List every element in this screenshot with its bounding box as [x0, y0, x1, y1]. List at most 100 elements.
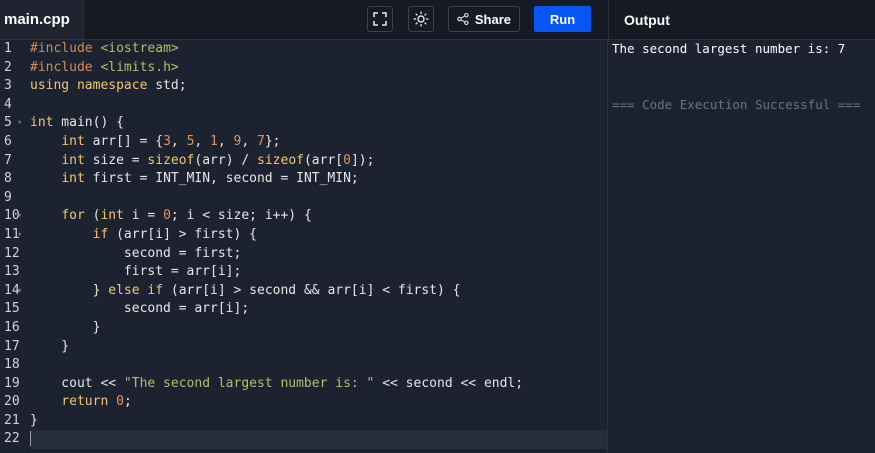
run-label: Run [549, 11, 576, 27]
code-line[interactable]: int main() { [30, 114, 607, 133]
code-token: else if [108, 282, 164, 298]
code-token: int [61, 152, 85, 168]
code-line[interactable] [30, 430, 607, 450]
line-number: 19 [4, 375, 20, 391]
line-number: 7 [4, 152, 12, 168]
line-number: 9 [4, 189, 12, 205]
code-line[interactable]: int size = sizeof(arr) / sizeof(arr[0]); [30, 152, 607, 171]
code-line[interactable]: cout << "The second largest number is: "… [30, 375, 607, 394]
code-token: (arr[i] > first) { [108, 226, 257, 242]
code-token: } [30, 338, 70, 354]
code-line[interactable]: second = arr[i]; [30, 300, 607, 319]
fullscreen-icon [373, 12, 387, 26]
code-line[interactable]: #include <iostream> [30, 40, 607, 59]
code-token: size = [84, 152, 148, 168]
sun-icon [413, 11, 429, 27]
code-line[interactable]: for (int i = 0; i < size; i++) { [30, 207, 607, 226]
code-token: #include [30, 59, 101, 75]
code-token: "The second largest number is: " [123, 375, 375, 391]
line-number: 16 [4, 319, 20, 335]
code-token: first = INT_MIN, second = INT_MIN; [84, 171, 359, 187]
line-number: 1 [4, 41, 12, 56]
code-token: <iostream> [100, 41, 179, 56]
code-token: , [241, 133, 258, 149]
line-number: 17 [4, 338, 20, 354]
code-token: return [61, 394, 109, 410]
code-line[interactable]: } [30, 338, 607, 357]
code-line[interactable] [30, 356, 607, 375]
code-token: } [30, 412, 38, 428]
code-token: for [61, 208, 85, 224]
code-token: if [92, 226, 109, 242]
fold-arrow-icon[interactable]: ▾ [17, 114, 22, 133]
code-token: } [30, 319, 101, 335]
code-token: int [30, 115, 54, 131]
code-line[interactable]: int first = INT_MIN, second = INT_MIN; [30, 170, 607, 189]
code-editor[interactable]: 1 2 3 4 5 ▾ 6 7 8 9 10 ▾ 11 ▾ 12 13 14 ▾ 15 16 17 18 19 20 21 22 … [0, 40, 607, 453]
code-line[interactable]: second = first; [30, 245, 607, 264]
code-line[interactable]: #include <limits.h> [30, 59, 607, 78]
code-line[interactable]: using namespace std; [30, 77, 607, 96]
file-tab-label: main.cpp [4, 11, 70, 28]
code-line[interactable]: } else if (arr[i] > second && arr[i] < f… [30, 282, 607, 301]
code-token: ; [123, 394, 132, 410]
line-number: 18 [4, 357, 20, 373]
code-token: 0 [343, 152, 351, 168]
line-number: 3 [4, 78, 12, 94]
code-line[interactable]: int arr[] = {3, 5, 1, 9, 7}; [30, 133, 607, 152]
code-token: , [170, 133, 187, 149]
theme-toggle-button[interactable] [408, 6, 434, 32]
share-button[interactable]: Share [448, 6, 520, 32]
code-token: (arr[i] > second && arr[i] < first) { [163, 282, 461, 298]
run-button[interactable]: Run [534, 6, 591, 32]
code-token: <limits.h> [100, 59, 179, 75]
code-token: first = arr[i]; [30, 264, 242, 280]
code-line[interactable] [30, 96, 607, 115]
line-number: 14 ▾ [0, 282, 26, 301]
code-area[interactable]: #include <iostream> #include <limits.h> us… [30, 40, 607, 450]
code-token: main() { [53, 115, 124, 131]
code-line[interactable]: if (arr[i] > first) { [30, 226, 607, 245]
code-token: int [61, 133, 85, 149]
code-token: 3 [163, 133, 171, 149]
code-token: sizeof [147, 152, 195, 168]
fold-arrow-icon[interactable]: ▾ [17, 207, 22, 226]
code-line[interactable]: first = arr[i]; [30, 263, 607, 282]
output-tab: Output [608, 0, 875, 39]
code-line[interactable]: return 0; [30, 393, 607, 412]
file-tab-main-cpp[interactable]: main.cpp [0, 0, 84, 39]
line-number: 11 ▾ [0, 226, 26, 245]
text-cursor [30, 431, 31, 447]
code-token: using namespace [30, 78, 148, 94]
code-token: (arr) / [194, 152, 258, 168]
code-token: second = arr[i]; [30, 301, 250, 317]
line-number: 5 ▾ [0, 114, 26, 133]
code-token: 0 [116, 394, 124, 410]
code-token: << second << endl; [374, 375, 524, 391]
code-token: 1 [210, 133, 218, 149]
output-line: The second largest number is: 7 [612, 41, 846, 56]
code-token: cout << [30, 375, 124, 391]
code-token: }; [264, 133, 281, 149]
code-token: , [194, 133, 211, 149]
output-title: Output [624, 11, 670, 28]
code-token: 0 [163, 208, 171, 224]
line-number: 10 ▾ [0, 207, 26, 226]
code-line[interactable]: } [30, 412, 607, 431]
fold-arrow-icon[interactable]: ▾ [17, 226, 22, 245]
code-token: ( [84, 208, 101, 224]
fold-arrow-icon[interactable]: ▾ [17, 282, 22, 301]
top-bar: main.cpp Share Run Output [0, 0, 875, 40]
share-label: Share [474, 11, 511, 27]
code-token: int [100, 208, 124, 224]
code-line[interactable]: } [30, 319, 607, 338]
code-line[interactable] [30, 189, 607, 208]
fullscreen-button[interactable] [367, 6, 393, 32]
